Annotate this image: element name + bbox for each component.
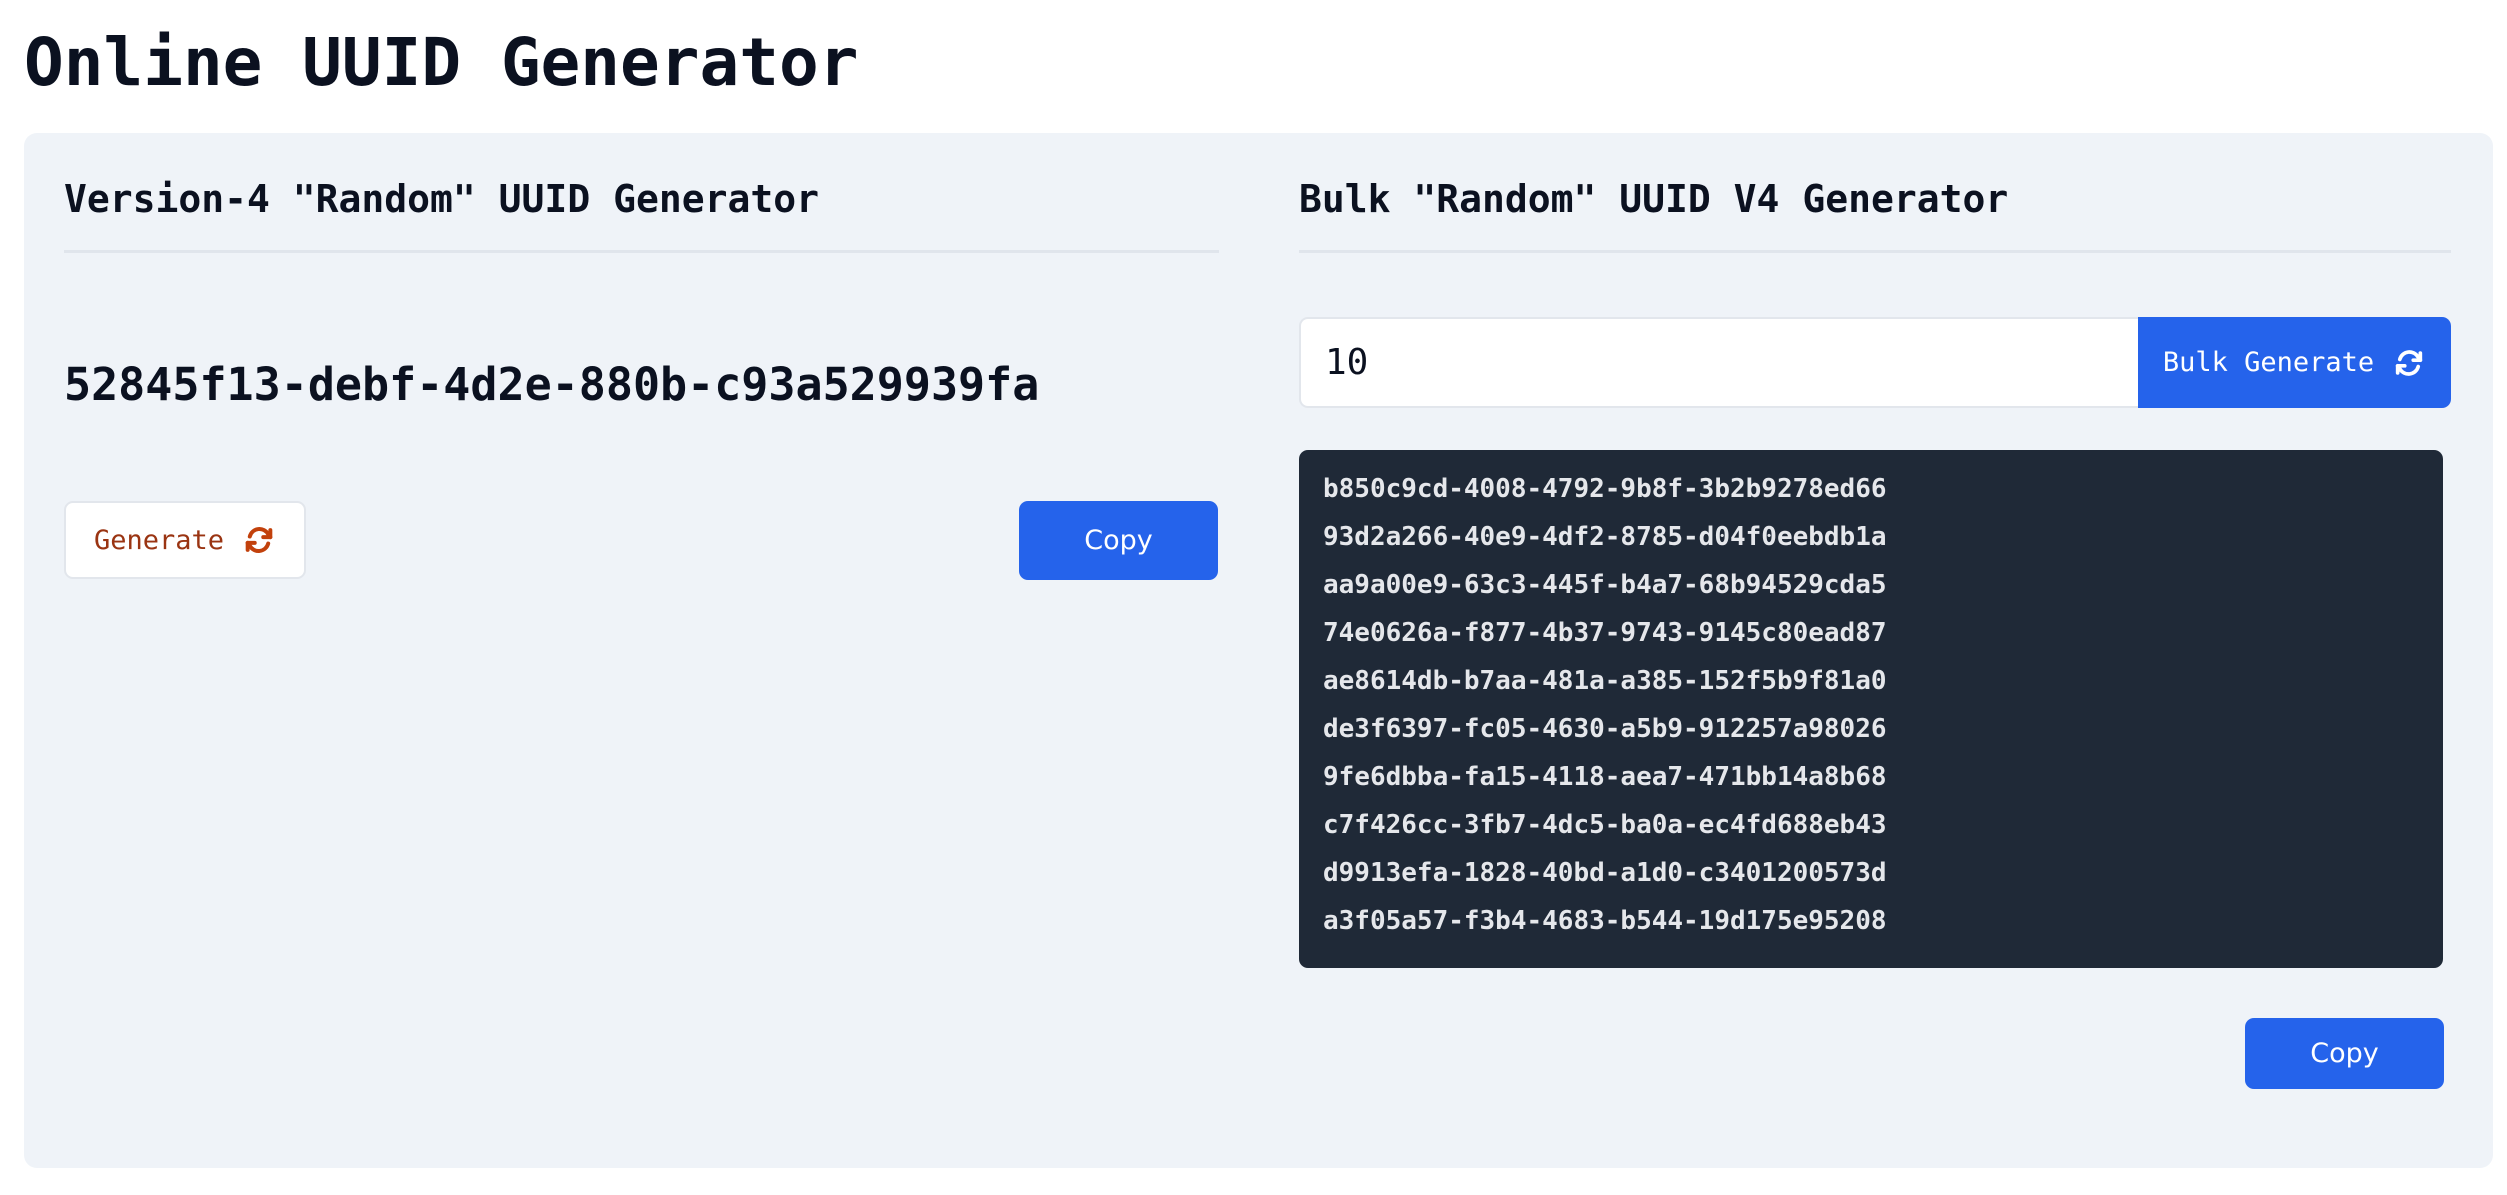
generated-uuid: 52845f13-debf-4d2e-880b-c93a529939fa — [64, 358, 1040, 411]
bulk-generate-button-label: Bulk Generate — [2162, 347, 2375, 378]
generate-button-label: Generate — [93, 524, 225, 556]
bulk-divider — [1299, 250, 2451, 253]
list-item: 93d2a266-40e9-4df2-8785-d04f0eebdb1a — [1323, 522, 1887, 552]
refresh-icon — [2395, 349, 2423, 376]
list-item: de3f6397-fc05-4630-a5b9-912257a98026 — [1323, 714, 1887, 744]
single-generator-heading: Version-4 "Random" UUID Generator — [64, 177, 819, 221]
generate-button[interactable]: Generate — [64, 501, 306, 579]
single-divider — [64, 250, 1219, 253]
refresh-icon — [245, 527, 273, 553]
list-item: 74e0626a-f877-4b37-9743-9145c80ead87 — [1323, 618, 1887, 648]
list-item: c7f426cc-3fb7-4dc5-ba0a-ec4fd688eb43 — [1323, 810, 1887, 840]
copy-bulk-button-label: Copy — [2310, 1038, 2379, 1069]
list-item: d9913efa-1828-40bd-a1d0-c3401200573d — [1323, 858, 1887, 888]
copy-uuid-button[interactable]: Copy — [1019, 501, 1218, 580]
bulk-uuid-list[interactable]: b850c9cd-4008-4792-9b8f-3b2b9278ed66 93d… — [1299, 450, 2443, 968]
page-title: Online UUID Generator — [24, 24, 859, 101]
list-item: a3f05a57-f3b4-4683-b544-19d175e95208 — [1323, 906, 1887, 936]
bulk-count-input[interactable] — [1299, 317, 2144, 408]
list-item: aa9a00e9-63c3-445f-b4a7-68b94529cda5 — [1323, 570, 1887, 600]
list-item: ae8614db-b7aa-481a-a385-152f5b9f81a0 — [1323, 666, 1887, 696]
list-item: 9fe6dbba-fa15-4118-aea7-471bb14a8b68 — [1323, 762, 1887, 792]
list-item: b850c9cd-4008-4792-9b8f-3b2b9278ed66 — [1323, 474, 1887, 504]
copy-uuid-button-label: Copy — [1084, 525, 1153, 556]
bulk-generate-button[interactable]: Bulk Generate — [2138, 317, 2451, 408]
bulk-generator-heading: Bulk "Random" UUID V4 Generator — [1299, 177, 2009, 221]
copy-bulk-button[interactable]: Copy — [2245, 1018, 2444, 1089]
